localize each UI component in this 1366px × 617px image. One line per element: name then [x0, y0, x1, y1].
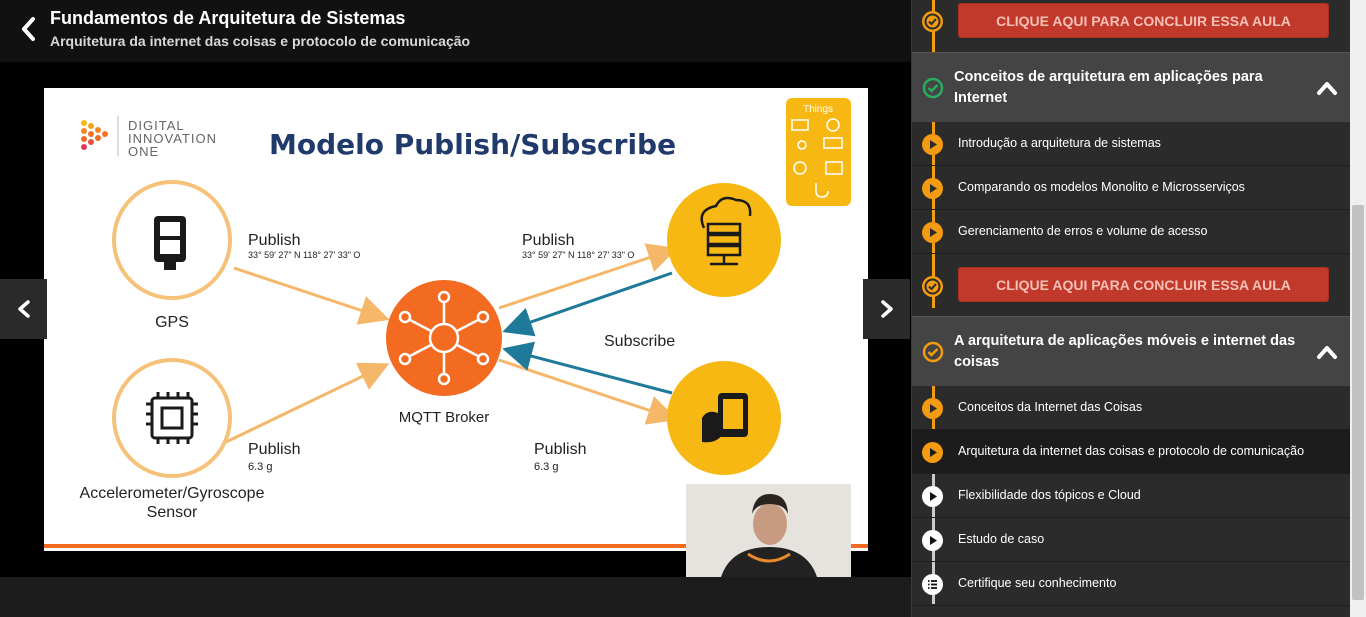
lesson-item[interactable]: Certifique seu conhecimento [912, 562, 1351, 606]
conclude-row: CLIQUE AQUI PARA CONCLUIR ESSA AULA [912, 0, 1351, 44]
slide-diagram: DIGITAL INNOVATION ONE Modelo Publish/Su… [44, 98, 868, 548]
dio-logo-icon [81, 120, 108, 150]
slide-title: Modelo Publish/Subscribe [269, 128, 676, 161]
check-circle-orange-icon [922, 341, 944, 363]
lesson-item[interactable]: Gerenciamento de erros e volume de acess… [912, 210, 1351, 254]
chevron-up-icon[interactable] [1315, 79, 1339, 97]
arrow-cloud-broker [502, 271, 673, 337]
chevron-up-icon[interactable] [1315, 343, 1339, 361]
check-circle-green-icon [922, 77, 944, 99]
chevron-left-icon [17, 300, 30, 318]
play-icon [922, 134, 943, 155]
section-header-2[interactable]: A arquitetura de aplicações móveis e int… [912, 316, 1351, 386]
lesson-subtitle: Arquitetura da internet das coisas e pro… [50, 33, 471, 49]
lesson-item[interactable]: Flexibilidade dos tópicos e Cloud [912, 474, 1351, 518]
section-title: A arquitetura de aplicações móveis e int… [954, 333, 1296, 370]
section-title: Conceitos de arquitetura em aplicações p… [954, 69, 1263, 106]
play-icon [922, 486, 943, 507]
arrow-sensor-broker [223, 362, 390, 445]
lesson-item-active[interactable]: Arquitetura da internet das coisas e pro… [912, 430, 1351, 474]
play-icon [922, 398, 943, 419]
lesson-label: Estudo de caso [958, 532, 1045, 546]
gps-label: GPS [155, 314, 189, 331]
play-icon [922, 530, 943, 551]
lesson-label: Introdução a arquitetura de sistemas [958, 136, 1161, 150]
value-label-4: 6.3 g [534, 461, 558, 473]
lesson-item[interactable]: Comparando os modelos Monolito e Micross… [912, 166, 1351, 210]
slide: DIGITAL INNOVATION ONE Modelo Publish/Su… [44, 88, 868, 551]
conclude-lesson-button[interactable]: CLIQUE AQUI PARA CONCLUIR ESSA AULA [958, 267, 1329, 302]
video-player[interactable]: DIGITAL INNOVATION ONE Modelo Publish/Su… [0, 62, 911, 577]
sensor-label-1: Accelerometer/Gyroscope [80, 485, 265, 502]
check-circle-icon [922, 276, 943, 297]
value-label-3: 6.3 g [248, 461, 272, 473]
publish-label-1: Publish [248, 232, 300, 249]
conclude-row: CLIQUE AQUI PARA CONCLUIR ESSA AULA [912, 264, 1351, 308]
lesson-label: Conceitos da Internet das Coisas [958, 400, 1143, 414]
scrollbar-thumb[interactable] [1352, 205, 1364, 600]
conclude-lesson-button[interactable]: CLIQUE AQUI PARA CONCLUIR ESSA AULA [958, 3, 1329, 38]
back-button[interactable] [14, 14, 44, 44]
chevron-right-icon [880, 300, 893, 318]
next-lesson-button[interactable] [863, 279, 910, 339]
lesson-item[interactable]: Introdução a arquitetura de sistemas [912, 122, 1351, 166]
broker-node [386, 280, 502, 396]
lesson-label: Arquitetura da internet das coisas e pro… [958, 444, 1305, 458]
cloud-node [667, 183, 781, 297]
list-icon [922, 574, 943, 595]
play-icon [922, 222, 943, 243]
webcam-overlay [686, 484, 851, 577]
play-icon [922, 178, 943, 199]
lesson-sidebar: CLIQUE AQUI PARA CONCLUIR ESSA AULA Conc… [911, 0, 1351, 617]
lesson-label: Comparando os modelos Monolito e Micross… [958, 180, 1245, 194]
check-circle-icon [922, 11, 943, 32]
course-title: Fundamentos de Arquitetura de Sistemas [50, 8, 406, 28]
publish-label-2: Publish [522, 232, 574, 249]
coords-label-1: 33° 59' 27" N 118° 27' 33" O [248, 250, 360, 260]
arrow-gps-broker [233, 266, 390, 325]
presenter-image [686, 484, 851, 577]
top-bar: Fundamentos de Arquitetura de Sistemas A… [0, 0, 911, 62]
coords-label-2: 33° 59' 27" N 118° 27' 33" O [522, 250, 634, 260]
lesson-item[interactable]: Estudo de caso [912, 518, 1351, 562]
logo-text-3: ONE [128, 144, 159, 159]
sidebar-scrollbar[interactable] [1350, 0, 1366, 617]
chevron-left-icon [22, 17, 35, 41]
previous-lesson-button[interactable] [0, 279, 47, 339]
gps-device-icon [154, 216, 186, 270]
arrow-broker-mobile [498, 358, 678, 425]
lesson-label: Flexibilidade dos tópicos e Cloud [958, 488, 1141, 502]
publish-label-3: Publish [248, 441, 300, 458]
section-header-1[interactable]: Conceitos de arquitetura em aplicações p… [912, 52, 1351, 122]
things-label: Things [803, 104, 833, 115]
broker-label: MQTT Broker [399, 409, 490, 426]
sensor-node [112, 358, 232, 478]
lesson-label: Gerenciamento de erros e volume de acess… [958, 224, 1208, 238]
player-footer [0, 577, 911, 617]
player-area: Fundamentos de Arquitetura de Sistemas A… [0, 0, 911, 617]
lesson-label: Certifique seu conhecimento [958, 576, 1117, 590]
lesson-item[interactable]: Conceitos da Internet das Coisas [912, 386, 1351, 430]
play-icon [922, 442, 943, 463]
sensor-label-2: Sensor [147, 504, 198, 521]
publish-label-4: Publish [534, 441, 586, 458]
subscribe-label: Subscribe [604, 333, 675, 350]
